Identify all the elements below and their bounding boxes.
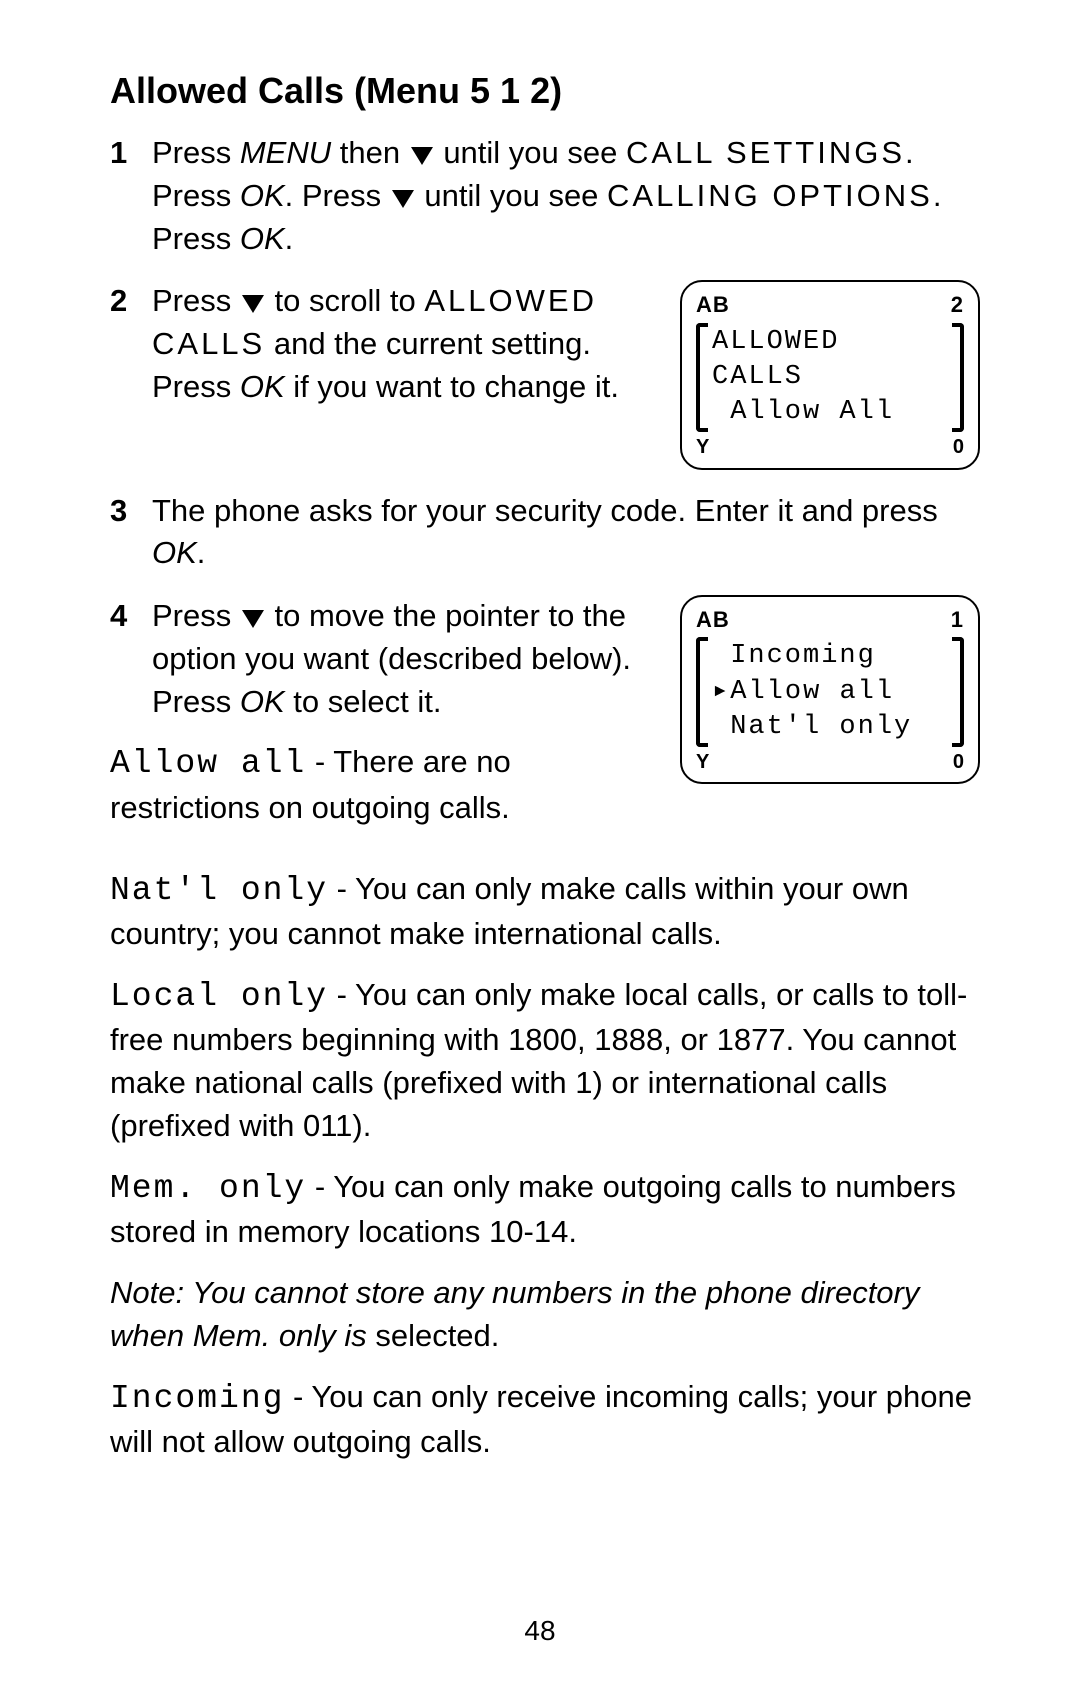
step-4: 4 Press to move the pointer to the optio…: [110, 595, 660, 723]
s1-t5: . Press: [285, 178, 390, 213]
bracket-right-icon: [954, 637, 964, 746]
scr1-line1: ALLOWED: [712, 325, 948, 360]
bracket-left-icon: [696, 637, 706, 746]
opt-allow-label: Allow all: [110, 745, 306, 782]
step-4-num: 4: [110, 595, 134, 723]
s3-ok: OK: [152, 535, 197, 570]
s4-ok: OK: [240, 684, 285, 719]
step-2: 2 Press to scroll to ALLOWED CALLS and t…: [110, 280, 660, 408]
s2-t4: if you want to change it.: [285, 369, 619, 404]
scr1-line2: CALLS: [712, 360, 948, 395]
bracket-right-icon: [954, 323, 964, 432]
opt-mem-only: Mem. only - You can only make outgoing c…: [110, 1166, 980, 1254]
note-mem-only: Note: You cannot store any numbers in th…: [110, 1272, 980, 1358]
s4-t3: to select it.: [285, 684, 442, 719]
step-2-num: 2: [110, 280, 134, 408]
s1-ok1: OK: [240, 178, 285, 213]
scr1-line3: Allow All: [712, 395, 948, 430]
s2-t2: to scroll to: [266, 283, 425, 318]
phone-screen-2: AB 1 Incoming ▸Allow all Nat'l only Y 0: [680, 595, 980, 784]
opt-natl-label: Nat'l only: [110, 872, 328, 909]
page-number: 48: [0, 1615, 1080, 1647]
opt-mem-label: Mem. only: [110, 1170, 306, 1207]
opt-local-only: Local only - You can only make local cal…: [110, 974, 980, 1148]
scr2-line3: Nat'l only: [712, 710, 948, 745]
scr1-hdr-left: AB: [696, 290, 730, 320]
s1-t3: until you see: [435, 135, 626, 170]
s2-ok: OK: [240, 369, 285, 404]
s1-ok2: OK: [240, 221, 285, 256]
scr1-hdr-right: 2: [951, 290, 964, 320]
s1-menu: MENU: [240, 135, 331, 170]
note-t2: selected.: [375, 1318, 499, 1353]
scr2-ftr-left: Y: [696, 749, 709, 777]
step-3: 3 The phone asks for your security code.…: [110, 490, 980, 576]
scr1-ftr-right: 0: [953, 434, 964, 462]
phone-screen-1: AB 2 ALLOWED CALLS Allow All Y 0: [680, 280, 980, 469]
s1-t1: Press: [152, 135, 240, 170]
s3-t2: .: [197, 535, 206, 570]
opt-incoming: Incoming - You can only receive incoming…: [110, 1376, 980, 1464]
scr2-ftr-right: 0: [953, 749, 964, 777]
s1-scr2: CALLING OPTIONS: [607, 178, 933, 213]
opt-incoming-label: Incoming: [110, 1380, 284, 1417]
scr2-line2: ▸Allow all: [712, 675, 948, 710]
opt-allow-all: Allow all - There are no restrictions on…: [110, 741, 660, 829]
s1-scr1: CALL SETTINGS: [626, 135, 905, 170]
s3-t1: The phone asks for your security code. E…: [152, 493, 938, 528]
s1-t2: then: [331, 135, 409, 170]
step-1-num: 1: [110, 132, 134, 260]
s1-t8: .: [285, 221, 294, 256]
note-t1: Note: You cannot store any numbers in th…: [110, 1275, 919, 1353]
scr2-line1: Incoming: [712, 639, 948, 674]
s4-t1: Press: [152, 598, 240, 633]
down-arrow-icon: [392, 190, 414, 208]
section-title: Allowed Calls (Menu 5 1 2): [110, 70, 980, 112]
s2-t1: Press: [152, 283, 240, 318]
down-arrow-icon: [242, 295, 264, 313]
bracket-left-icon: [696, 323, 706, 432]
down-arrow-icon: [242, 610, 264, 628]
scr2-hdr-right: 1: [951, 605, 964, 635]
down-arrow-icon: [411, 147, 433, 165]
s1-t6: until you see: [416, 178, 607, 213]
opt-natl-only: Nat'l only - You can only make calls wit…: [110, 868, 980, 956]
scr1-ftr-left: Y: [696, 434, 709, 462]
step-3-num: 3: [110, 490, 134, 576]
opt-local-label: Local only: [110, 978, 328, 1015]
scr2-hdr-left: AB: [696, 605, 730, 635]
step-1: 1 Press MENU then until you see CALL SET…: [110, 132, 980, 260]
